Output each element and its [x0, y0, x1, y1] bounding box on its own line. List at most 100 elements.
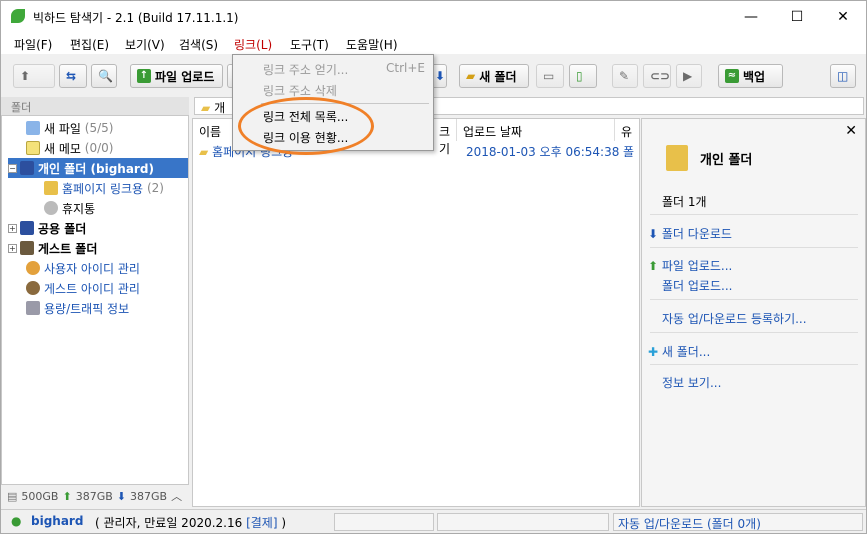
- row-type: 폴: [623, 145, 635, 159]
- tree-item-personal-folder[interactable]: − 개인 폴더 (bighard): [8, 158, 188, 178]
- divider: [650, 247, 858, 248]
- status-user: bighard: [31, 514, 84, 528]
- new-files-icon: [26, 121, 40, 135]
- divider: [650, 214, 858, 215]
- tree-item-new-memo[interactable]: 새 메모 (0/0): [26, 138, 113, 158]
- file-upload-link[interactable]: ⬆ 파일 업로드...: [648, 257, 732, 274]
- detail-count: 폴더 1개: [662, 195, 707, 209]
- search-button[interactable]: 🔍: [91, 64, 117, 88]
- tree-count: (5/5): [84, 121, 114, 135]
- info-link[interactable]: 정보 보기...: [662, 374, 721, 391]
- menu-bar: 파일(F) 편집(E) 보기(V) 검색(S) 링크(L) 도구(T) 도움말(…: [1, 32, 866, 54]
- menu-link[interactable]: 링크(L): [234, 36, 272, 53]
- menu-file[interactable]: 파일(F): [14, 36, 52, 53]
- tree-item-public-folder[interactable]: + 공용 폴더: [8, 218, 86, 238]
- storage-total: 500GB: [21, 489, 59, 503]
- refresh-button[interactable]: ⇆: [59, 64, 87, 88]
- tree-item-user-id-manage[interactable]: 사용자 아이디 관리: [26, 258, 140, 278]
- window-title: 빅하드 탐색기 - 2.1 (Build 17.11.1.1): [33, 11, 239, 25]
- expand-icon[interactable]: +: [8, 223, 17, 233]
- folder-icon: [44, 181, 58, 195]
- play-button[interactable]: ▶: [676, 64, 702, 88]
- tree-item-new-files[interactable]: 새 파일 (5/5): [26, 118, 113, 138]
- tree-label: 새 메모: [44, 141, 81, 156]
- trash-icon: [44, 201, 58, 215]
- column-type[interactable]: 유: [615, 119, 639, 141]
- new-folder-button[interactable]: ▰ 새 폴더: [459, 64, 529, 88]
- new-folder-label: 새 폴더: [479, 69, 517, 84]
- menu-help[interactable]: 도움말(H): [346, 36, 398, 53]
- menu-view[interactable]: 보기(V): [125, 36, 165, 53]
- memo-icon: [26, 141, 40, 155]
- payment-link[interactable]: [결제]: [246, 516, 277, 530]
- collapse-icon[interactable]: −: [8, 163, 17, 173]
- tree-item-trash[interactable]: 휴지통: [44, 198, 95, 218]
- tree-item-guest-folder[interactable]: + 게스트 폴더: [8, 238, 97, 258]
- upload-arrow-icon: ⬆: [648, 259, 659, 273]
- link-icon: ⊂⊃: [650, 69, 671, 83]
- upload-usage: 387GB: [75, 489, 113, 503]
- tree-label: 홈페이지 링크용: [62, 181, 144, 196]
- folder-upload-link[interactable]: 폴더 업로드...: [662, 277, 732, 294]
- backup-button[interactable]: ≈ 백업: [718, 64, 783, 88]
- link-label: 폴더 다운로드: [661, 227, 732, 241]
- expand-icon[interactable]: +: [8, 243, 17, 253]
- up-arrow-icon: ⬆: [20, 69, 31, 83]
- tree-label: 게스트 아이디 관리: [44, 281, 140, 296]
- monitor-icon: ▭: [543, 69, 555, 83]
- tree-label: 공용 폴더: [38, 221, 87, 236]
- maximize-button[interactable]: ☐: [774, 1, 820, 32]
- tree-item-homepage-link[interactable]: 홈페이지 링크용 (2): [44, 178, 164, 198]
- tree-label: 새 파일: [44, 121, 81, 136]
- folder-icon: ▰: [201, 101, 211, 115]
- highlight-circle: [238, 97, 374, 155]
- panel-layout-icon: ◫: [837, 69, 849, 83]
- menu-edit[interactable]: 편집(E): [70, 36, 109, 53]
- close-button[interactable]: ✕: [820, 1, 866, 32]
- title-bar: 빅하드 탐색기 - 2.1 (Build 17.11.1.1) — ☐ ✕: [1, 1, 866, 32]
- tree-item-guest-id-manage[interactable]: 게스트 아이디 관리: [26, 278, 140, 298]
- add-file-button[interactable]: ▯: [569, 64, 597, 88]
- menu-item-get-link[interactable]: 링크 주소 얻기...: [263, 61, 348, 78]
- guest-user-icon: [26, 281, 40, 295]
- upload-button[interactable]: ↑ 파일 업로드: [130, 64, 223, 88]
- new-folder-icon: ▰: [466, 69, 476, 83]
- backup-label: 백업: [743, 69, 766, 84]
- menu-search[interactable]: 검색(S): [179, 36, 218, 53]
- layout-toggle-button[interactable]: ◫: [830, 64, 856, 88]
- refresh-icon: ⇆: [66, 69, 77, 83]
- upload-icon: ↑: [137, 69, 151, 83]
- column-upload-date[interactable]: 업로드 날짜: [457, 119, 615, 141]
- backup-icon: ≈: [725, 69, 739, 83]
- new-folder-link[interactable]: ✚ 새 폴더...: [648, 343, 710, 360]
- link-button[interactable]: ⊂⊃: [643, 64, 671, 88]
- storage-stats: ▤ 500GB ⬆ 387GB ⬇ 387GB ︿: [1, 485, 189, 507]
- detail-pane: ✕ 개인 폴더 폴더 1개 ⬇ 폴더 다운로드 ⬆ 파일 업로드... 폴더 업…: [641, 118, 866, 507]
- status-info-text: ( 관리자, 만료일 2020.2.16: [95, 516, 247, 530]
- tree-label: 개인 폴더 (bighard): [38, 161, 154, 176]
- close-icon[interactable]: ✕: [845, 123, 857, 139]
- monitor-button[interactable]: ▭: [536, 64, 564, 88]
- tree-item-usage-info[interactable]: 용량/트래픽 정보: [26, 298, 129, 318]
- auto-sync-link[interactable]: 자동 업/다운로드 등록하기...: [662, 310, 807, 327]
- folder-tree: 새 파일 (5/5) 새 메모 (0/0) − 개인 폴더 (bighard) …: [1, 115, 189, 485]
- edit-button[interactable]: ✎: [612, 64, 638, 88]
- minimize-button[interactable]: —: [728, 1, 774, 32]
- plus-icon: ✚: [648, 345, 659, 359]
- auto-sync-status[interactable]: 자동 업/다운로드 (폴더 0개): [613, 513, 863, 531]
- chevron-up-icon[interactable]: ︿: [171, 488, 182, 504]
- breadcrumb-text: 개: [214, 101, 226, 115]
- app-window: 빅하드 탐색기 - 2.1 (Build 17.11.1.1) — ☐ ✕ 파일…: [0, 0, 867, 534]
- tree-count: (2): [146, 181, 164, 195]
- up-button[interactable]: ⬆: [13, 64, 55, 88]
- divider: [650, 364, 858, 365]
- disk-icon: ▤: [7, 489, 18, 503]
- status-info: ( 관리자, 만료일 2020.2.16 [결제] ): [95, 514, 286, 531]
- menu-tools[interactable]: 도구(T): [290, 36, 329, 53]
- download-arrow-icon: ⬇: [116, 489, 126, 503]
- folder-download-link[interactable]: ⬇ 폴더 다운로드: [648, 225, 732, 242]
- status-info-close: ): [277, 516, 287, 530]
- tree-label: 휴지통: [62, 201, 96, 216]
- divider: [650, 299, 858, 300]
- guest-icon: [20, 241, 34, 255]
